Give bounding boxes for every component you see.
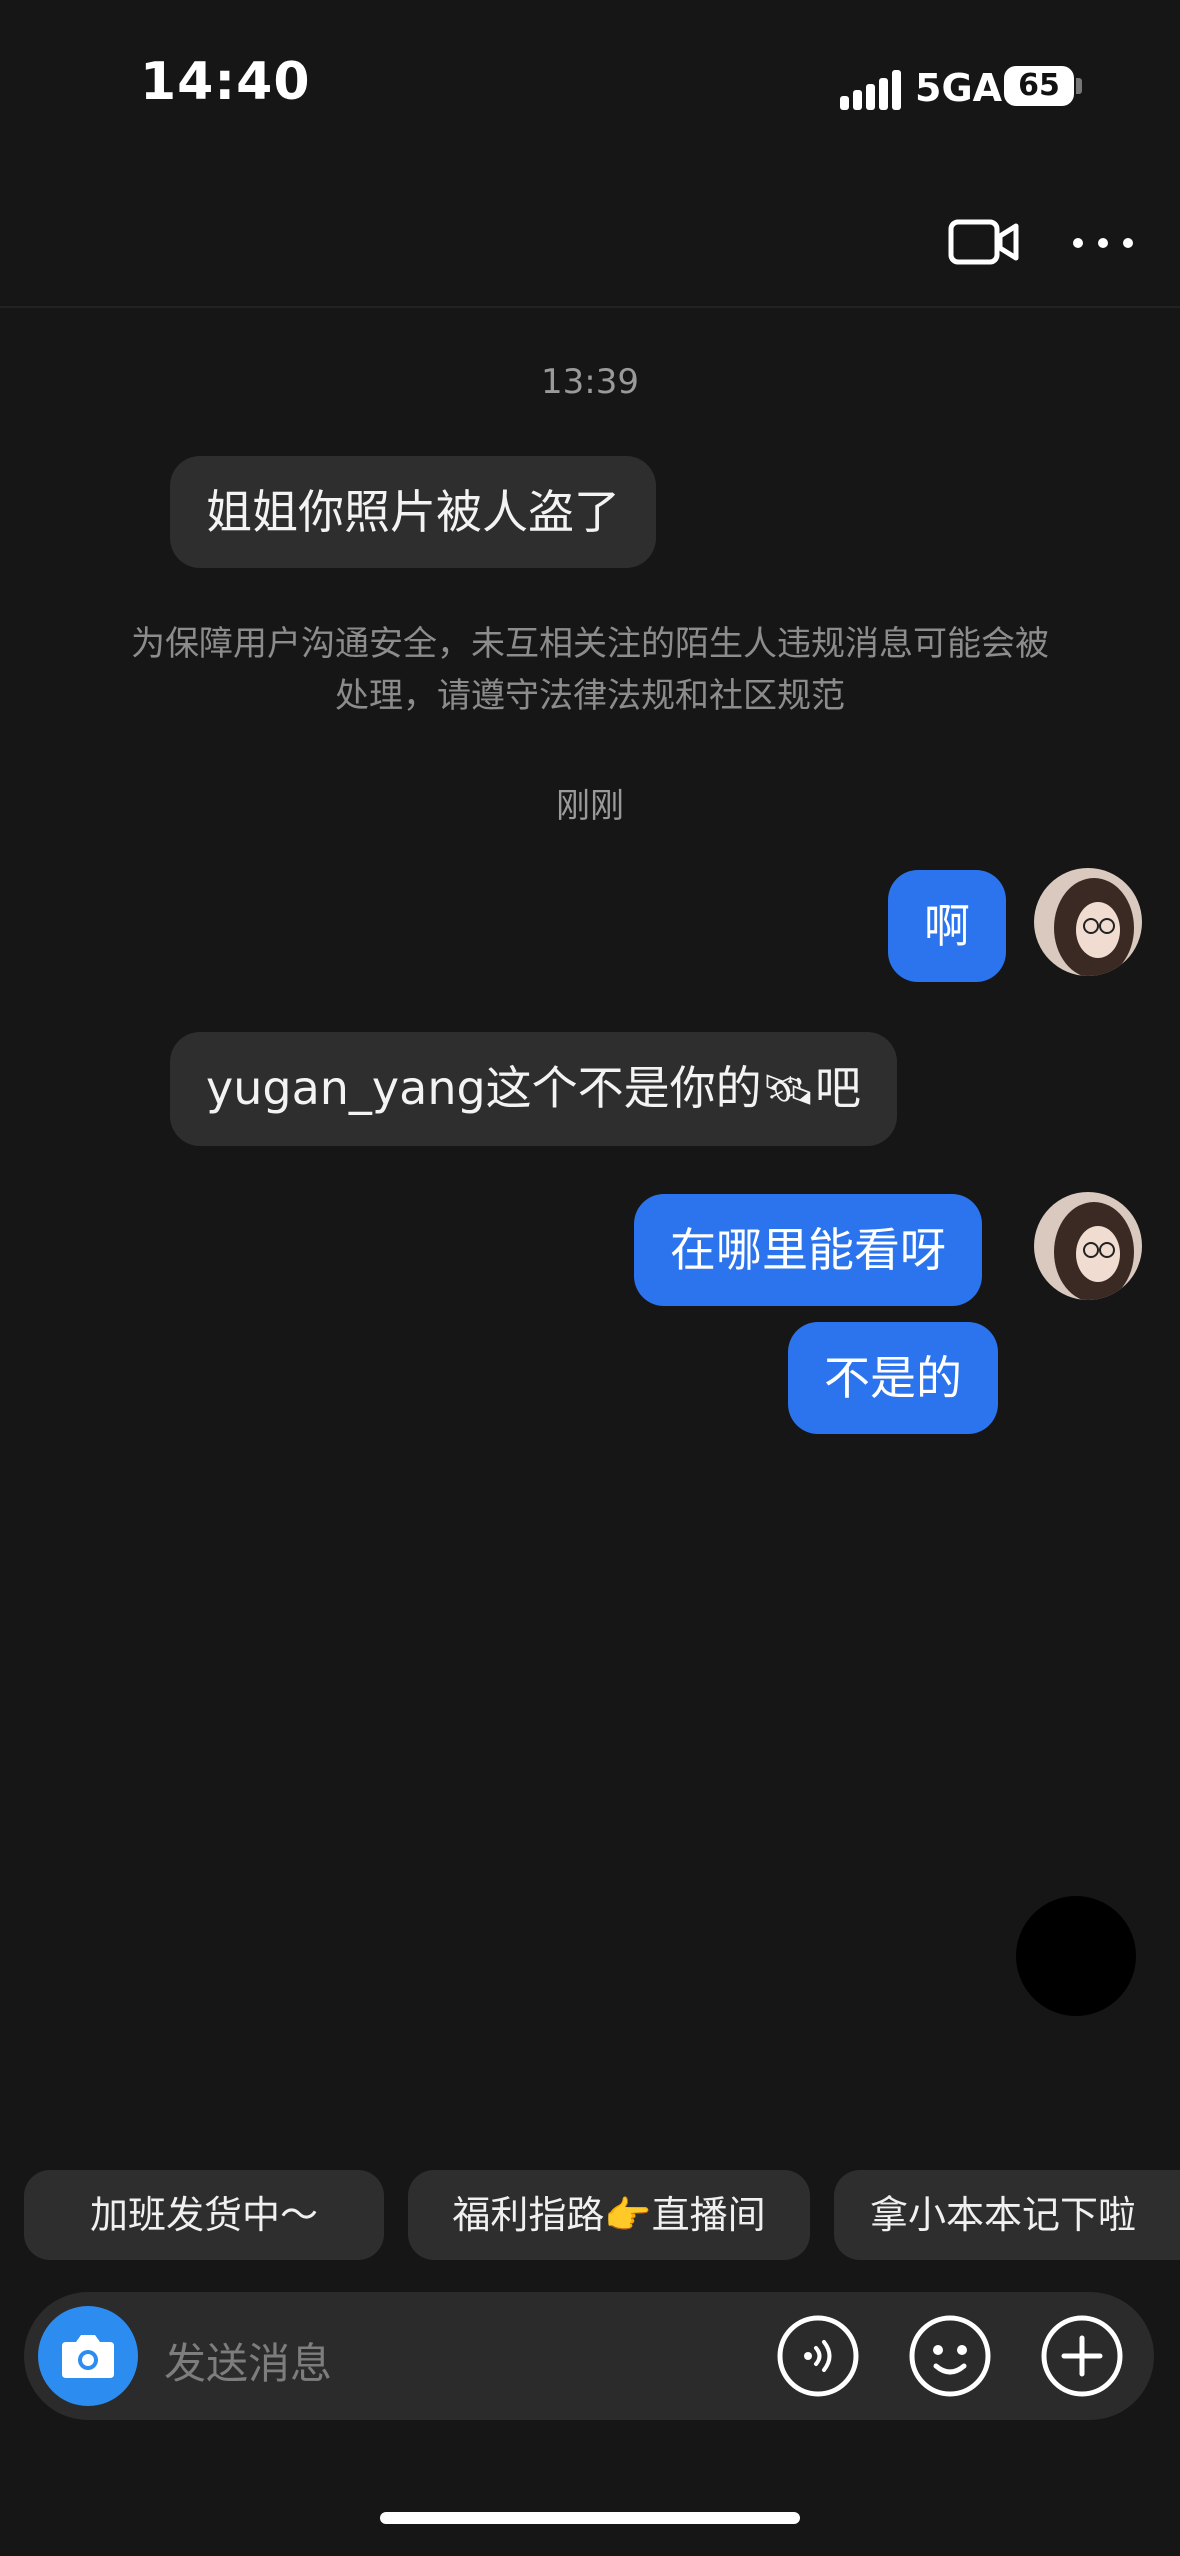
battery-indicator: 65	[1004, 66, 1074, 106]
avatar[interactable]	[1034, 868, 1142, 976]
camera-icon	[62, 2335, 114, 2378]
outgoing-message[interactable]: 在哪里能看呀	[634, 1194, 982, 1306]
incoming-message[interactable]: yugan_yang这个不是你的🛰吧	[170, 1032, 898, 1146]
timestamp: 刚刚	[556, 786, 624, 826]
emoji-icon[interactable]	[908, 2314, 992, 2398]
safety-notice: 为保障用户沟通安全，未互相关注的陌生人违规消息可能会被处理，请遵守法律法规和社区…	[131, 624, 1049, 716]
floating-button[interactable]	[1016, 1896, 1136, 2016]
home-indicator[interactable]	[380, 2512, 800, 2524]
quick-reply-chip[interactable]: 福利指路👉直播间	[408, 2170, 810, 2260]
status-time: 14:40	[140, 52, 311, 112]
quick-reply-chip[interactable]: 加班发货中～	[24, 2170, 384, 2260]
header-divider	[0, 306, 1180, 308]
signal-icon	[840, 70, 902, 110]
message-input[interactable]: 发送消息	[164, 2330, 332, 2391]
satellite-emoji: 🛰	[761, 1065, 816, 1114]
message-text: 吧	[815, 1061, 862, 1115]
voice-icon[interactable]	[776, 2314, 860, 2398]
network-type: 5GA	[915, 66, 1003, 110]
camera-button[interactable]	[38, 2306, 138, 2406]
outgoing-message[interactable]: 啊	[888, 870, 1006, 982]
timestamp: 13:39	[541, 362, 639, 402]
plus-icon[interactable]	[1040, 2314, 1124, 2398]
more-dots-icon[interactable]	[1070, 228, 1136, 258]
message-text: yugan_yang这个不是你的	[206, 1061, 762, 1115]
avatar[interactable]	[1034, 1192, 1142, 1300]
quick-reply-chip[interactable]: 拿小本本记下啦	[834, 2170, 1180, 2260]
battery-tip	[1076, 78, 1082, 94]
video-camera-icon[interactable]	[948, 214, 1020, 270]
incoming-message[interactable]: 姐姐你照片被人盗了	[170, 456, 656, 568]
outgoing-message[interactable]: 不是的	[788, 1322, 998, 1434]
